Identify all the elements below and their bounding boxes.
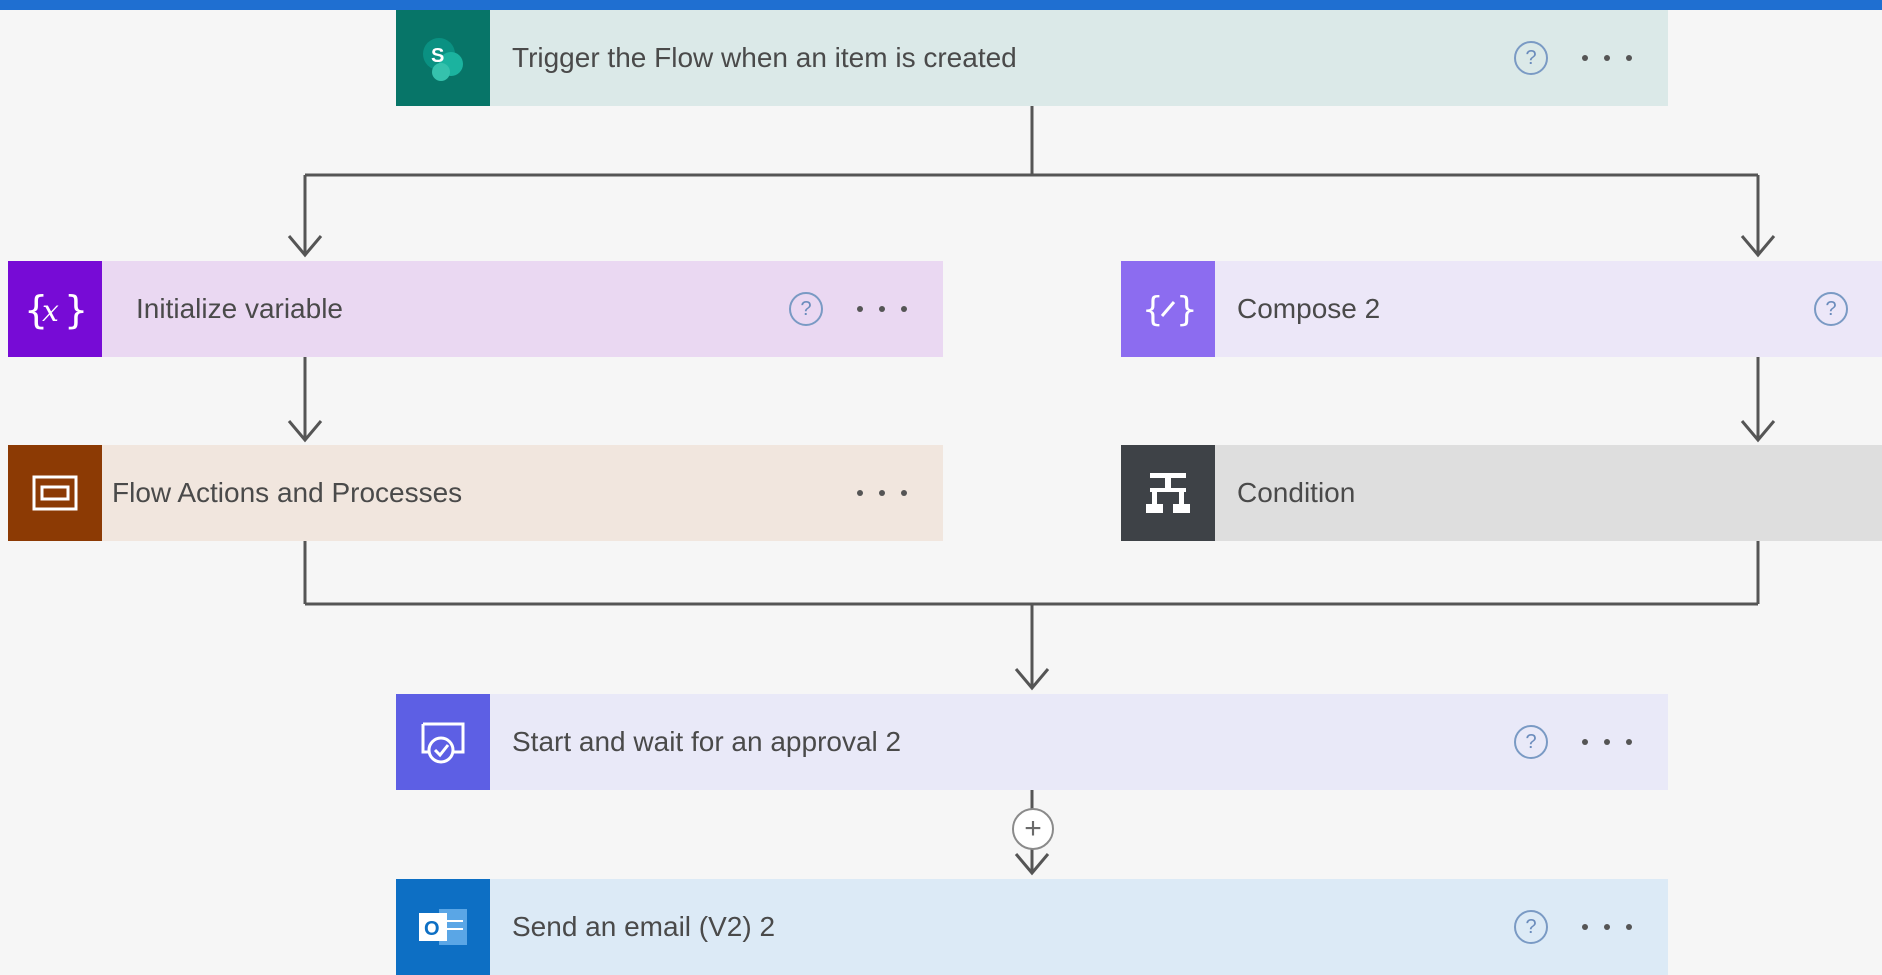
- compose-title: Compose 2: [1237, 293, 1381, 324]
- help-icon[interactable]: ?: [1514, 41, 1548, 75]
- add-step-button[interactable]: +: [1012, 808, 1054, 850]
- outlook-icon: O: [396, 879, 490, 975]
- flow-canvas: S Trigger the Flow when an item is creat…: [0, 0, 1882, 975]
- trigger-card[interactable]: S Trigger the Flow when an item is creat…: [396, 10, 1668, 106]
- help-icon[interactable]: ?: [1514, 910, 1548, 944]
- send-email-card[interactable]: O Send an email (V2) 2 ?: [396, 879, 1668, 975]
- condition-icon: [1121, 445, 1215, 541]
- help-icon[interactable]: ?: [789, 292, 823, 326]
- variable-icon: { x }: [8, 261, 102, 357]
- initialize-variable-title: Initialize variable: [136, 293, 343, 324]
- help-icon[interactable]: ?: [1814, 292, 1848, 326]
- more-options-icon[interactable]: [1582, 924, 1632, 930]
- initialize-variable-card[interactable]: { x } Initialize variable ?: [8, 261, 943, 357]
- compose-icon: { }: [1121, 261, 1215, 357]
- sharepoint-icon: S: [396, 10, 490, 106]
- approval-icon: [396, 694, 490, 790]
- condition-card[interactable]: Condition: [1121, 445, 1882, 541]
- condition-title: Condition: [1237, 477, 1356, 508]
- scope-icon: [8, 445, 102, 541]
- help-icon[interactable]: ?: [1514, 725, 1548, 759]
- flow-actions-title: Flow Actions and Processes: [112, 477, 463, 508]
- approval-card[interactable]: Start and wait for an approval 2 ?: [396, 694, 1668, 790]
- svg-text:}: }: [64, 288, 88, 332]
- more-options-icon[interactable]: [857, 490, 907, 496]
- svg-text:S: S: [431, 45, 444, 67]
- svg-text:}: }: [1176, 290, 1196, 330]
- compose-card[interactable]: { } Compose 2 ?: [1121, 261, 1882, 357]
- approval-title: Start and wait for an approval 2: [512, 726, 902, 757]
- send-email-title: Send an email (V2) 2: [512, 911, 776, 942]
- svg-text:{: {: [1142, 290, 1164, 330]
- more-options-icon[interactable]: [857, 306, 907, 312]
- more-options-icon[interactable]: [1582, 55, 1632, 61]
- svg-text:x: x: [42, 294, 59, 329]
- flow-actions-scope-card[interactable]: Flow Actions and Processes: [8, 445, 943, 541]
- trigger-title: Trigger the Flow when an item is created: [512, 42, 1017, 73]
- more-options-icon[interactable]: [1582, 739, 1632, 745]
- svg-text:O: O: [424, 918, 440, 940]
